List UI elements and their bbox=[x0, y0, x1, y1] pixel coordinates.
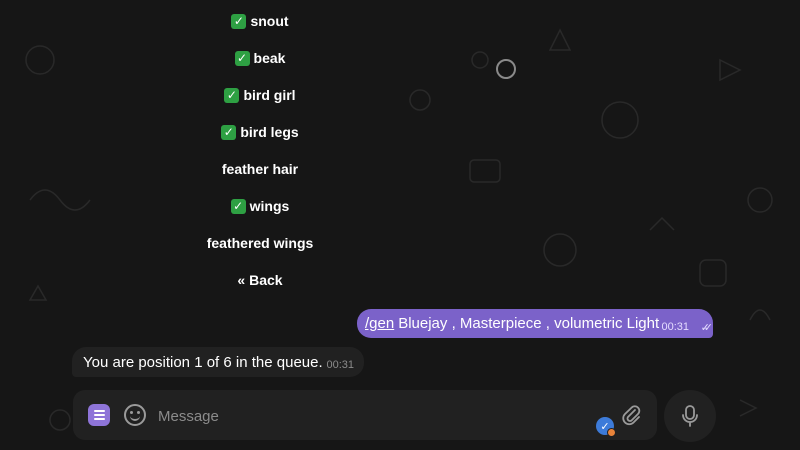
double-check-icon: ✓✓ bbox=[700, 321, 714, 334]
bot-command-link[interactable]: /gen bbox=[365, 315, 394, 332]
keyboard-button-wings[interactable]: ✓ wings bbox=[70, 189, 450, 223]
keyboard-button-feather-hair[interactable]: feather hair bbox=[70, 152, 450, 186]
cursor-ring-icon bbox=[496, 59, 516, 79]
microphone-icon bbox=[682, 405, 698, 427]
message-time: 00:31 bbox=[326, 359, 354, 371]
message-composer: ✓ bbox=[73, 390, 657, 440]
keyboard-button-label: feather hair bbox=[221, 161, 299, 177]
outgoing-message[interactable]: /gen Bluejay , Masterpiece , volumetric … bbox=[357, 309, 713, 338]
checkmark-icon: ✓ bbox=[234, 50, 250, 66]
keyboard-button-back[interactable]: « Back bbox=[70, 263, 450, 297]
keyboard-button-label: « Back bbox=[237, 272, 283, 288]
checkmark-icon: ✓ bbox=[221, 124, 237, 140]
keyboard-button-feathered-wings[interactable]: feathered wings bbox=[70, 226, 450, 260]
emoji-icon[interactable] bbox=[124, 404, 146, 426]
message-text: Bluejay , Masterpiece , volumetric Light bbox=[398, 315, 660, 332]
keyboard-button-label: bird girl bbox=[243, 87, 296, 103]
keyboard-button-beak[interactable]: ✓ beak bbox=[70, 41, 450, 75]
incoming-message[interactable]: You are position 1 of 6 in the queue. 00… bbox=[72, 347, 364, 377]
keyboard-button-label: bird legs bbox=[240, 124, 299, 140]
paperclip-icon[interactable] bbox=[621, 404, 641, 426]
keyboard-button-label: wings bbox=[249, 198, 290, 214]
message-input[interactable] bbox=[156, 403, 540, 429]
verified-status-icon: ✓ bbox=[596, 417, 616, 437]
microphone-button[interactable] bbox=[664, 390, 716, 442]
checkmark-icon: ✓ bbox=[224, 87, 240, 103]
keyboard-button-label: beak bbox=[253, 50, 286, 66]
keyboard-button-label: feathered wings bbox=[206, 235, 314, 251]
keyboard-button-bird-girl[interactable]: ✓ bird girl bbox=[70, 78, 450, 112]
keyboard-button-bird-legs[interactable]: ✓ bird legs bbox=[70, 115, 450, 149]
keyboard-button-snout[interactable]: ✓ snout bbox=[70, 4, 450, 38]
message-time: 00:31 bbox=[661, 321, 689, 333]
message-text: You are position 1 of 6 in the queue. bbox=[83, 353, 323, 371]
bot-menu-button[interactable] bbox=[88, 404, 110, 426]
checkmark-icon: ✓ bbox=[230, 198, 246, 214]
keyboard-button-label: snout bbox=[250, 13, 289, 29]
checkmark-icon: ✓ bbox=[231, 13, 247, 29]
